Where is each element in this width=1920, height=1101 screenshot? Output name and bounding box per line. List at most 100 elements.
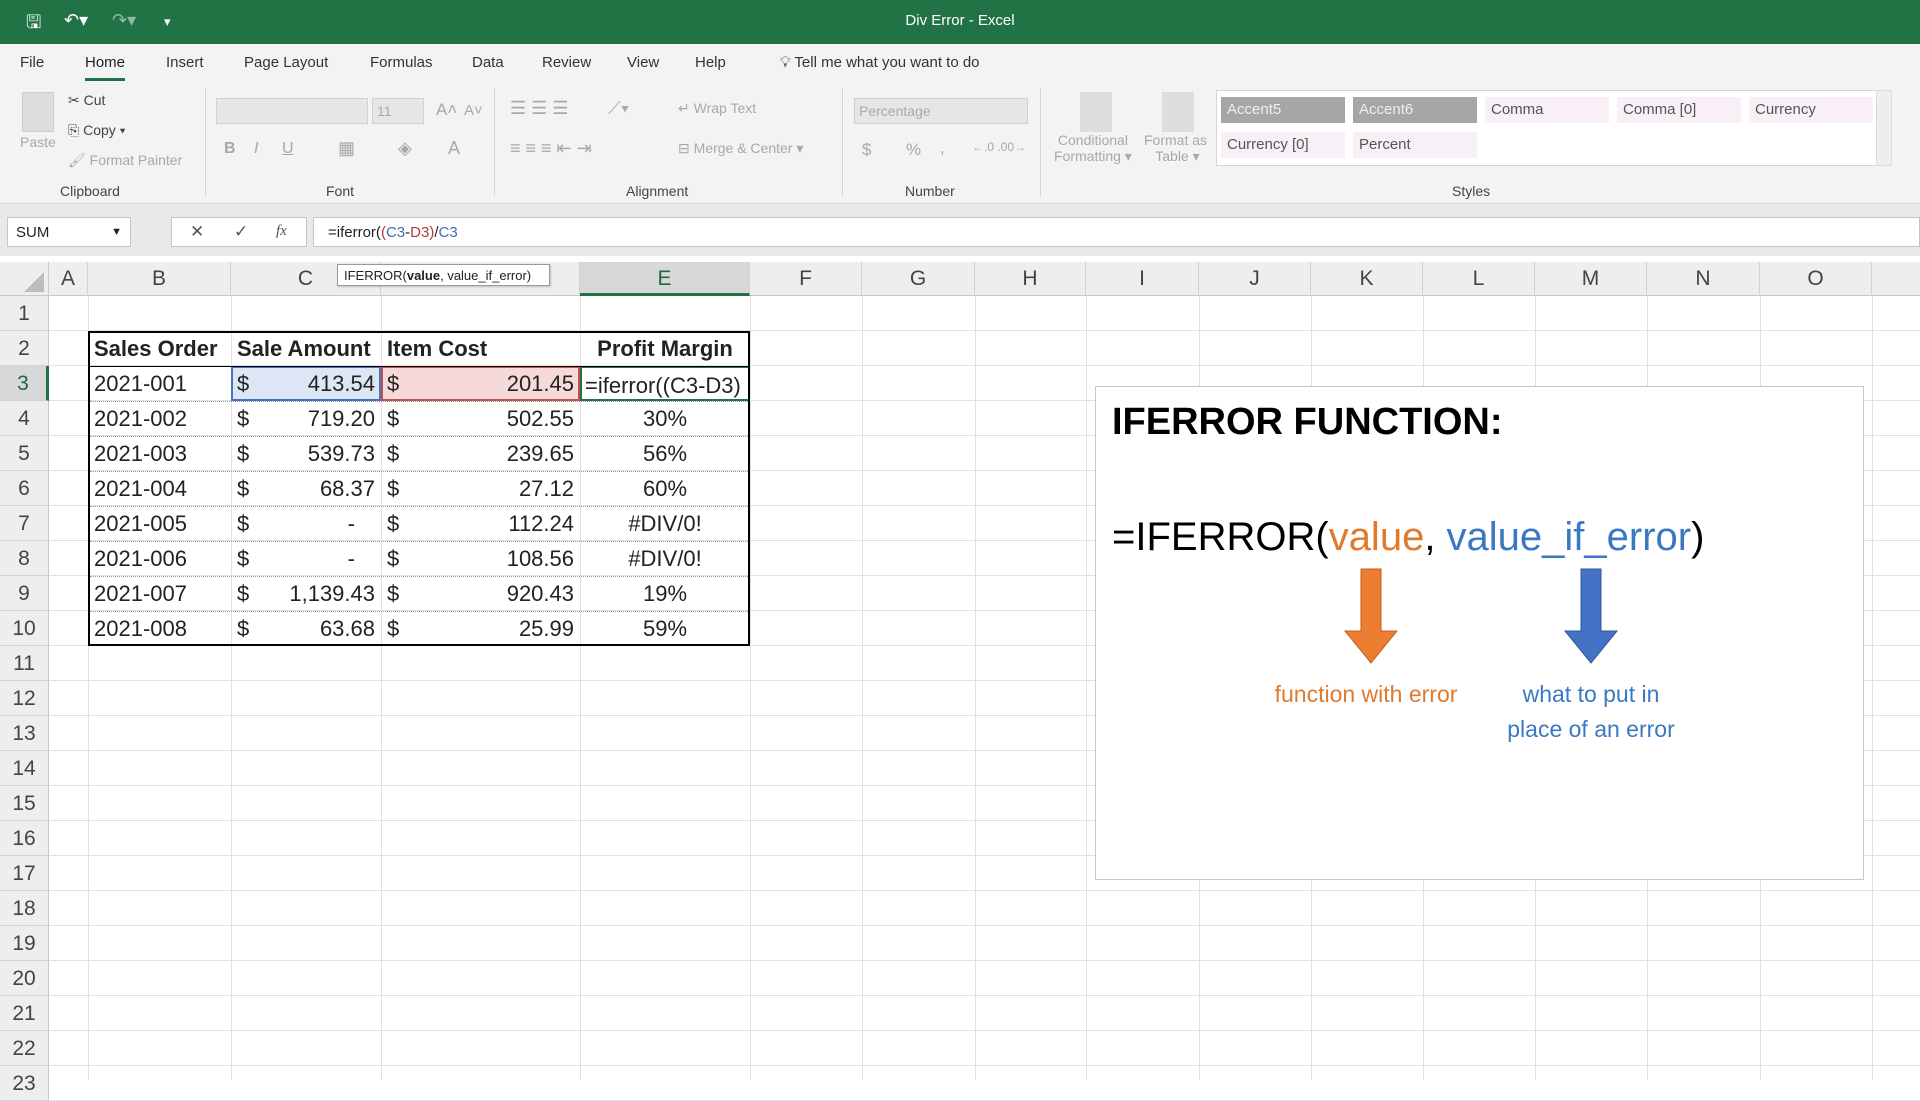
row-header-10[interactable]: 10 (0, 611, 49, 646)
cell-item-cost[interactable]: 112.24 (381, 506, 580, 541)
comma-button[interactable]: , (940, 138, 945, 158)
cell-style-comma[interactable]: Comma (1485, 97, 1609, 123)
insert-function-icon[interactable]: fx (276, 223, 287, 240)
tab-insert[interactable]: Insert (166, 54, 204, 71)
cell-sales-order[interactable]: 2021-006 (88, 541, 231, 576)
cell-item-cost[interactable]: 27.12 (381, 471, 580, 506)
column-header-K[interactable]: K (1311, 262, 1423, 296)
cell-profit-margin[interactable]: #DIV/0! (580, 506, 750, 541)
cell-sale-amount[interactable]: - (231, 506, 381, 541)
column-header-H[interactable]: H (975, 262, 1086, 296)
cell-style-accent5[interactable]: Accent5 (1221, 97, 1345, 123)
cell-sales-order[interactable]: 2021-003 (88, 436, 231, 471)
cell-sales-order[interactable]: 2021-007 (88, 576, 231, 611)
tab-home[interactable]: Home (85, 54, 126, 81)
tell-me-search[interactable]: 💡︎ Tell me what you want to do (780, 54, 980, 71)
row-header-1[interactable]: 1 (0, 296, 49, 331)
cell-item-cost[interactable]: 201.45 (381, 366, 580, 401)
currency-button[interactable]: $ (862, 140, 871, 160)
cell-sales-order[interactable]: 2021-002 (88, 401, 231, 436)
paste-button[interactable]: Paste (20, 134, 56, 150)
name-box[interactable]: SUM ▼ (7, 217, 131, 247)
copy-button[interactable]: ⎘ Copy ▾ (68, 122, 126, 139)
row-header-2[interactable]: 2 (0, 331, 49, 366)
cell-sales-order[interactable]: 2021-004 (88, 471, 231, 506)
row-header-20[interactable]: 20 (0, 961, 49, 996)
conditional-formatting-button[interactable]: Conditional Formatting ▾ (1054, 132, 1132, 165)
cell-style-currency-0-[interactable]: Currency [0] (1221, 132, 1345, 158)
cell-sales-order[interactable]: 2021-005 (88, 506, 231, 541)
italic-button[interactable]: I (254, 140, 258, 158)
cell-item-cost[interactable]: 239.65 (381, 436, 580, 471)
tab-review[interactable]: Review (542, 54, 591, 71)
merge-center-button[interactable]: ⊟ Merge & Center ▾ (678, 140, 803, 157)
row-header-15[interactable]: 15 (0, 786, 49, 821)
cell-profit-margin[interactable]: 30% (580, 401, 750, 436)
column-header-N[interactable]: N (1647, 262, 1760, 296)
decimal-buttons[interactable]: ←.0 .00→ (972, 140, 1026, 154)
align-left-icon[interactable]: ≡ ≡ ≡ ⇤ ⇥ (510, 138, 592, 159)
column-header-O[interactable]: O (1760, 262, 1872, 296)
cell-profit-margin[interactable]: 19% (580, 576, 750, 611)
increase-font-icon[interactable]: A˄ (436, 100, 457, 120)
conditional-formatting-icon[interactable] (1080, 92, 1112, 132)
cell-sale-amount[interactable]: 719.20 (231, 401, 381, 436)
row-header-8[interactable]: 8 (0, 541, 49, 576)
row-header-22[interactable]: 22 (0, 1031, 49, 1066)
row-header-23[interactable]: 23 (0, 1066, 49, 1101)
decrease-font-icon[interactable]: A˅ (464, 102, 483, 119)
header-sales-order[interactable]: Sales Order (88, 331, 231, 366)
borders-icon[interactable]: ▦ (338, 138, 355, 159)
row-header-16[interactable]: 16 (0, 821, 49, 856)
row-header-13[interactable]: 13 (0, 716, 49, 751)
formula-input[interactable]: =iferror((C3-D3)/C3 (313, 217, 1920, 247)
cell-item-cost[interactable]: 502.55 (381, 401, 580, 436)
cell-profit-margin[interactable]: #DIV/0! (580, 541, 750, 576)
header-sale-amount[interactable]: Sale Amount (231, 331, 381, 366)
tab-help[interactable]: Help (695, 54, 726, 71)
iferror-textbox[interactable]: IFERROR FUNCTION: =IFERROR(value, value_… (1095, 386, 1864, 880)
select-all-button[interactable] (0, 262, 49, 296)
column-header-E[interactable]: E (580, 262, 750, 296)
header-item-cost[interactable]: Item Cost (381, 331, 580, 366)
cell-sale-amount[interactable]: - (231, 541, 381, 576)
cut-button[interactable]: ✂ Cut (68, 92, 105, 109)
tab-file[interactable]: File (20, 54, 44, 71)
tab-view[interactable]: View (627, 54, 659, 71)
column-header-F[interactable]: F (750, 262, 862, 296)
orientation-icon[interactable]: ⟋▾ (608, 98, 629, 119)
cell-profit-margin[interactable]: 56% (580, 436, 750, 471)
row-header-21[interactable]: 21 (0, 996, 49, 1031)
tab-formulas[interactable]: Formulas (370, 54, 433, 71)
row-header-4[interactable]: 4 (0, 401, 49, 436)
row-header-5[interactable]: 5 (0, 436, 49, 471)
format-as-table-button[interactable]: Format as Table ▾ (1144, 132, 1207, 165)
format-painter-button[interactable]: 🖌 Format Painter (68, 152, 182, 169)
cell-sales-order[interactable]: 2021-008 (88, 611, 231, 646)
row-header-6[interactable]: 6 (0, 471, 49, 506)
cell-sale-amount[interactable]: 63.68 (231, 611, 381, 646)
cell-style-percent[interactable]: Percent (1353, 132, 1477, 158)
row-header-9[interactable]: 9 (0, 576, 49, 611)
column-header-L[interactable]: L (1423, 262, 1535, 296)
cell-sale-amount[interactable]: 539.73 (231, 436, 381, 471)
bold-button[interactable]: B (224, 140, 236, 158)
column-header-J[interactable]: J (1199, 262, 1311, 296)
tab-data[interactable]: Data (472, 54, 504, 71)
column-header-I[interactable]: I (1086, 262, 1199, 296)
gallery-scroll[interactable] (1876, 90, 1892, 166)
cell-sale-amount[interactable]: 1,139.43 (231, 576, 381, 611)
font-name-dropdown[interactable] (216, 98, 368, 124)
row-header-14[interactable]: 14 (0, 751, 49, 786)
cell-style-comma-0-[interactable]: Comma [0] (1617, 97, 1741, 123)
active-cell-editing[interactable]: =iferror((C3-D3) (580, 366, 750, 401)
font-size-dropdown[interactable]: 11 (372, 98, 424, 124)
cell-item-cost[interactable]: 25.99 (381, 611, 580, 646)
row-header-11[interactable]: 11 (0, 646, 49, 681)
chevron-down-icon[interactable]: ▼ (111, 226, 122, 238)
underline-button[interactable]: U (282, 140, 294, 158)
row-header-18[interactable]: 18 (0, 891, 49, 926)
column-header-G[interactable]: G (862, 262, 975, 296)
row-header-17[interactable]: 17 (0, 856, 49, 891)
wrap-text-button[interactable]: ↵ Wrap Text (678, 100, 756, 117)
